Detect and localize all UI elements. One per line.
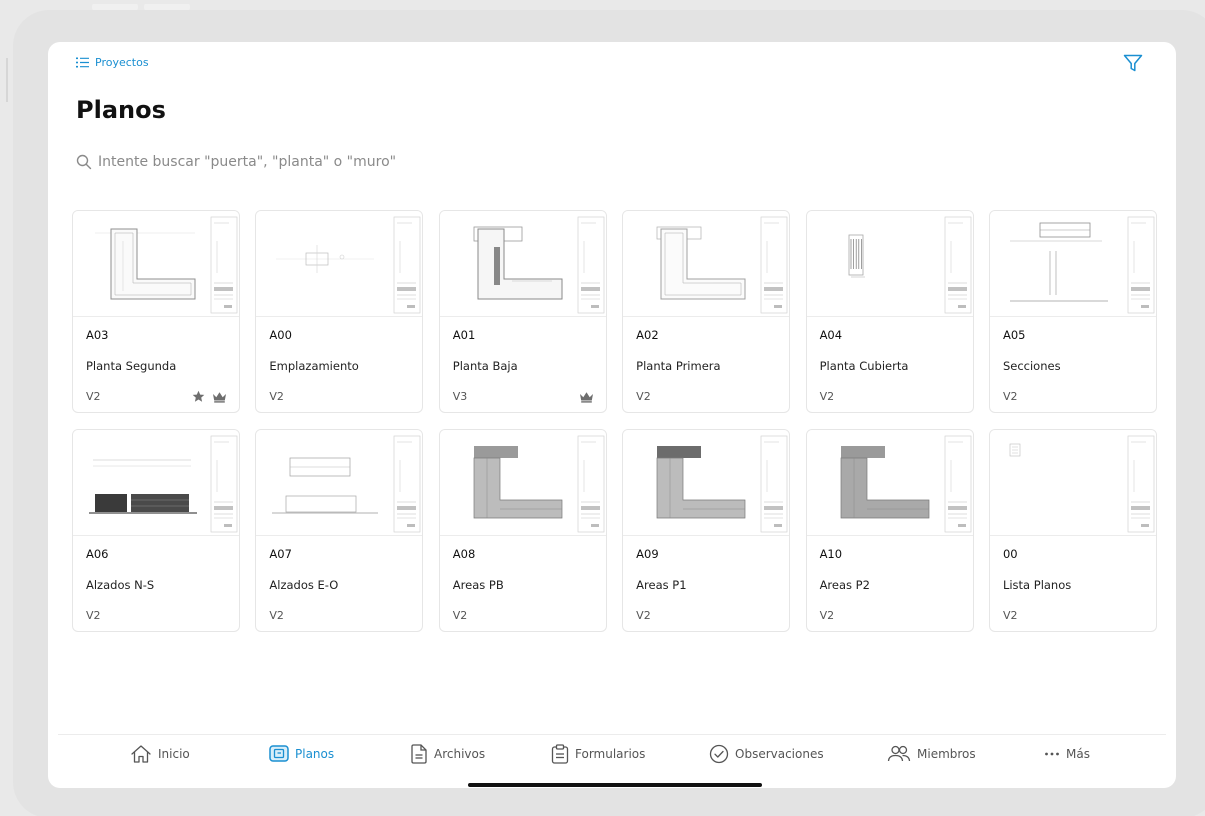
sheet-thumbnail [806,430,973,536]
crown-icon [579,388,594,407]
sheet-card[interactable]: A01 Planta Baja V3 [438,210,607,413]
sheet-thumbnail [256,211,423,317]
sheet-version: V2 [819,390,835,403]
home-indicator [468,783,762,787]
sheet-version: V2 [269,609,284,622]
sheet-code: A09 [636,547,659,561]
sheet-name: Emplazamiento [269,359,359,373]
sheet-card[interactable]: A09 Areas P1 V2 [622,429,791,632]
app-screen: Proyectos Planos A03 Planta Segunda V2 A00 E… [48,42,1176,788]
sheet-name: Alzados N-S [86,578,155,592]
more-icon [1045,752,1059,756]
members-icon [887,745,911,762]
sheet-code: A06 [86,547,109,561]
sheet-name: Secciones [1002,359,1061,373]
check-circle-icon [709,744,729,764]
sheet-card[interactable]: A03 Planta Segunda V2 [72,210,240,413]
sheet-thumbnail [73,430,239,536]
sheet-version: V2 [1002,609,1018,622]
sheet-version: V3 [452,390,468,403]
sheet-card[interactable]: A02 Planta Primera V2 [622,210,791,413]
nav-label: Miembros [917,747,976,761]
clipboard-icon [551,744,569,764]
list-icon [76,57,89,68]
sheet-thumbnail [256,430,423,536]
nav-mas[interactable]: Más [1044,743,1090,765]
sheet-card[interactable]: A07 Alzados E-O V2 [255,429,424,632]
page-title: Planos [76,96,166,124]
sheet-thumbnail [623,211,790,317]
sheet-badges [192,388,227,407]
sheet-thumbnail [989,211,1156,317]
sheet-card[interactable]: A05 Secciones V2 [988,210,1157,413]
sheet-code: A10 [819,547,843,561]
sheet-name: Areas P1 [636,578,687,592]
sheet-name: Planta Cubierta [819,359,909,373]
sheet-thumbnail [989,430,1156,536]
sheet-name: Areas P2 [819,578,870,592]
sheet-thumbnail [439,211,606,317]
sheet-name: Areas PB [452,578,504,592]
nav-archivos[interactable]: Archivos [410,743,485,765]
sheet-card[interactable]: A06 Alzados N-S V2 [72,429,240,632]
filter-icon[interactable] [1122,52,1144,74]
nav-label: Formularios [575,747,646,761]
sheet-name: Planta Baja [452,359,518,373]
search-icon [76,154,92,170]
sheet-thumbnail [73,211,239,317]
sheet-code: A04 [819,328,843,342]
nav-miembros[interactable]: Miembros [887,743,976,765]
sheet-code: A01 [452,328,476,342]
search-input[interactable] [98,154,478,170]
bottom-tab-bar: Inicio Planos Archivos Formularios Obser… [58,734,1166,788]
sheet-version: V2 [819,609,835,622]
sheet-card[interactable]: 00 Lista Planos V2 [988,429,1157,632]
sheet-version: V2 [86,609,101,622]
sheets-grid: A03 Planta Segunda V2 A00 Emplazamiento V2 A01… [72,210,1157,632]
sheet-badges [579,388,594,407]
nav-inicio[interactable]: Inicio [130,743,190,765]
nav-label: Planos [295,747,335,761]
sheet-card[interactable]: A08 Areas PB V2 [438,429,607,632]
sheet-code: A05 [1002,328,1026,342]
sheet-version: V2 [636,609,651,622]
sheet-code: A07 [269,547,292,561]
crown-icon [212,388,227,407]
sheets-icon [269,745,289,762]
nav-formularios[interactable]: Formularios [551,743,645,765]
sheet-version: V2 [636,390,651,403]
home-icon [131,745,151,763]
nav-label: Más [1066,747,1090,761]
nav-observaciones[interactable]: Observaciones [709,743,824,765]
nav-planos[interactable]: Planos [269,743,334,765]
star-icon[interactable] [192,388,205,407]
sheet-version: V2 [269,390,284,403]
nav-label: Inicio [158,747,190,761]
sheet-name: Planta Segunda [86,359,177,373]
nav-label: Archivos [434,747,486,761]
breadcrumb-label: Proyectos [95,56,149,69]
sheet-code: A00 [269,328,292,342]
sheet-version: V2 [452,609,468,622]
sheet-card[interactable]: A00 Emplazamiento V2 [255,210,424,413]
sheet-thumbnail [806,211,973,317]
search-bar[interactable] [76,150,496,174]
sheet-name: Lista Planos [1002,578,1072,592]
sheet-code: A08 [452,547,476,561]
sheet-version: V2 [86,390,101,403]
sheet-code: A02 [636,328,659,342]
sheet-code: A03 [86,328,109,342]
breadcrumb-projects[interactable]: Proyectos [76,56,149,69]
sheet-card[interactable]: A10 Areas P2 V2 [805,429,974,632]
sheet-card[interactable]: A04 Planta Cubierta V2 [805,210,974,413]
sheet-name: Alzados E-O [269,578,339,592]
sheet-version: V2 [1002,390,1018,403]
sheet-thumbnail [623,430,790,536]
sheet-name: Planta Primera [636,359,721,373]
nav-label: Observaciones [735,747,824,761]
sheet-code: 00 [1002,547,1018,561]
file-icon [411,744,427,764]
sheet-thumbnail [439,430,606,536]
device-side-button [6,58,8,102]
